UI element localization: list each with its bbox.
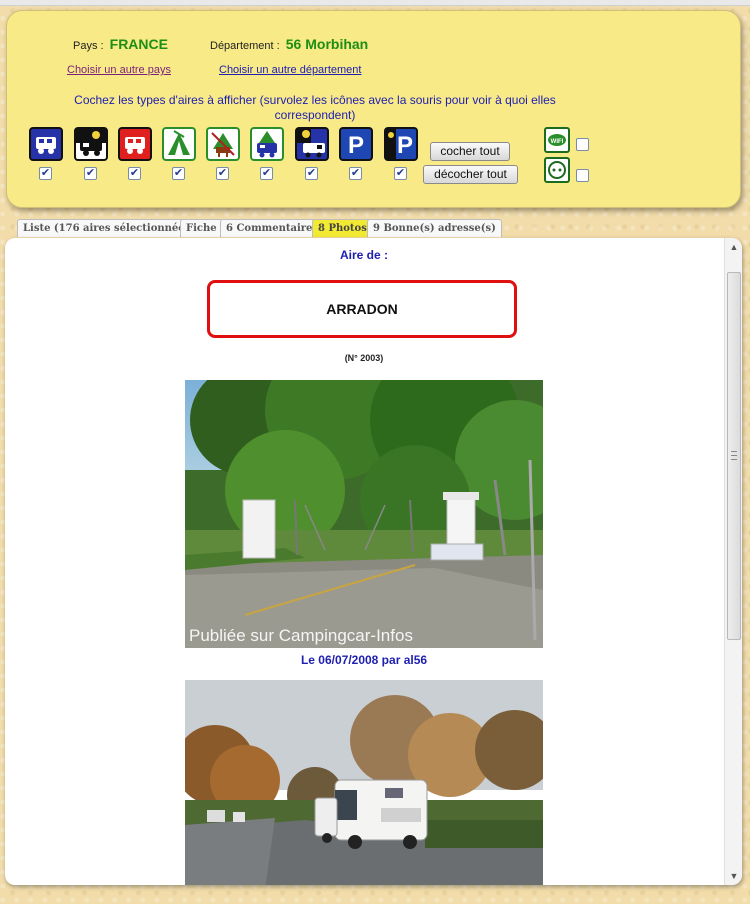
country-value: FRANCE <box>109 36 168 52</box>
department-selector: Département : 56 Morbihan <box>210 36 368 52</box>
farm-camping-icon[interactable] <box>206 127 240 161</box>
photo-watermark: Publiée sur Campingcar-Infos <box>189 626 413 645</box>
uncheck-all-button[interactable]: décocher tout <box>423 165 518 184</box>
scroll-up-arrow-icon[interactable]: ▲ <box>725 238 742 256</box>
type-filter-item: ✔ <box>250 127 286 185</box>
tab-photos[interactable]: 8 Photos <box>312 219 373 237</box>
svg-text:P: P <box>348 132 364 159</box>
department-value: 56 Morbihan <box>285 36 369 52</box>
department-label: Département : <box>210 40 280 52</box>
type-filter-item: ✔ <box>118 127 154 185</box>
tab-list[interactable]: Liste (176 aires sélectionnées) <box>17 219 201 237</box>
browser-top-strip <box>0 0 750 6</box>
wifi-checkbox[interactable] <box>576 138 589 151</box>
type-filter-item: ✔ <box>162 127 198 185</box>
campsite-motorhome-icon[interactable] <box>250 127 284 161</box>
parking-icon[interactable]: P <box>339 127 373 161</box>
wifi-label: WIFI <box>551 139 564 145</box>
parking-night-icon[interactable]: P <box>384 127 418 161</box>
photos-panel: Aire de : ARRADON (N° 2003) Publiée sur … <box>5 238 742 885</box>
country-label: Pays : <box>73 40 104 52</box>
type-filter-item: ✔ <box>206 127 242 185</box>
motorhome-service-red-icon[interactable] <box>118 127 152 161</box>
type-checkbox[interactable]: ✔ <box>305 167 318 180</box>
check-all-button[interactable]: cocher tout <box>430 142 510 161</box>
motorhome-service-blue-icon[interactable] <box>29 127 63 161</box>
type-checkbox[interactable]: ✔ <box>172 167 185 180</box>
aire-photo[interactable]: Publiée sur Campingcar-Infos <box>185 380 543 648</box>
type-filter-item: P ✔ <box>384 127 420 185</box>
motorhome-night-stop-icon[interactable] <box>74 127 108 161</box>
change-department-link[interactable]: Choisir un autre département <box>219 64 361 76</box>
type-checkbox[interactable]: ✔ <box>260 167 273 180</box>
svg-text:P: P <box>397 132 413 159</box>
country-selector: Pays : FRANCE <box>73 36 168 52</box>
content-scrollbar[interactable]: ▲ ▼ <box>724 238 742 885</box>
campsite-tent-icon[interactable] <box>162 127 196 161</box>
aire-label: Aire de : <box>339 248 388 262</box>
tab-comments[interactable]: 6 Commentaires <box>220 219 325 237</box>
type-filter-item: ✔ <box>29 127 65 185</box>
wifi-icon[interactable]: WIFI <box>544 127 570 153</box>
filter-panel: Pays : FRANCE Département : 56 Morbihan … <box>6 10 741 208</box>
tab-good-addresses[interactable]: 9 Bonne(s) adresse(s) <box>367 219 502 237</box>
aire-number: (N° 2003) <box>344 353 384 363</box>
night-parking-motorhome-icon[interactable] <box>295 127 329 161</box>
type-filter-hint: Cochez les types d'aires à afficher (sur… <box>74 93 556 122</box>
electric-outlet-icon[interactable] <box>544 157 570 183</box>
scroll-down-arrow-icon[interactable]: ▼ <box>725 867 742 885</box>
type-checkbox[interactable]: ✔ <box>84 167 97 180</box>
scrollbar-thumb[interactable] <box>727 272 741 640</box>
photo-byline: Le 06/07/2008 par al56 <box>300 653 428 667</box>
aire-name: ARRADON <box>207 280 517 338</box>
aire-photo[interactable] <box>185 680 543 885</box>
type-filter-item: P ✔ <box>339 127 375 185</box>
type-checkbox[interactable]: ✔ <box>216 167 229 180</box>
type-filter-item: ✔ <box>74 127 110 185</box>
grip-icon <box>731 451 737 460</box>
change-country-link[interactable]: Choisir un autre pays <box>67 64 171 76</box>
type-checkbox[interactable]: ✔ <box>128 167 141 180</box>
electric-checkbox[interactable] <box>576 169 589 182</box>
type-filter-item: ✔ <box>295 127 331 185</box>
type-checkbox[interactable]: ✔ <box>39 167 52 180</box>
type-checkbox[interactable]: ✔ <box>349 167 362 180</box>
type-checkbox[interactable]: ✔ <box>394 167 407 180</box>
tab-fiche[interactable]: Fiche <box>180 219 223 237</box>
